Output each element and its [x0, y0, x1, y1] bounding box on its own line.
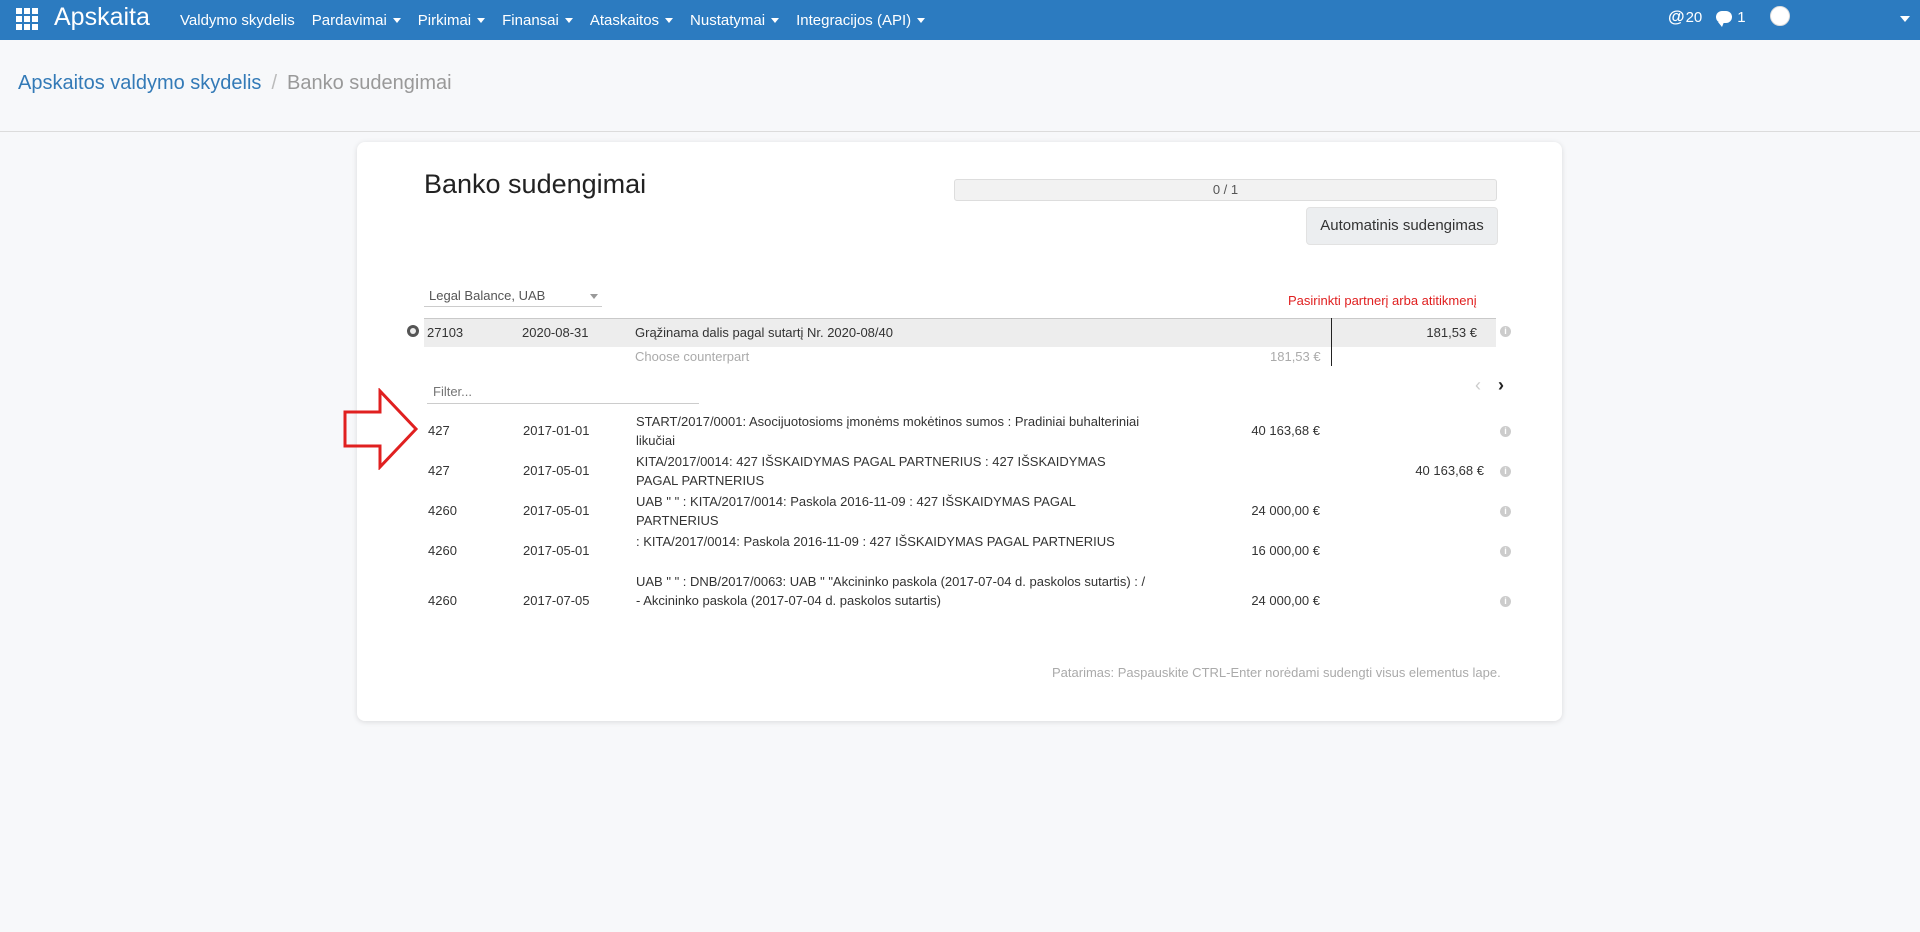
- menu-item-1[interactable]: Pardavimai: [312, 12, 401, 29]
- messages-count: 1: [1737, 8, 1746, 26]
- move-line-account: 427: [428, 463, 450, 478]
- chevron-down-icon: [665, 17, 674, 23]
- menu-item-2[interactable]: Pirkimai: [417, 11, 486, 29]
- counterpart-amount: 181,53 €: [1270, 349, 1321, 364]
- navbar-right: @ 20 1: [1668, 0, 1760, 34]
- company-select-value: Legal Balance, UAB: [429, 288, 546, 303]
- statement-amount: 181,53 €: [1426, 325, 1477, 340]
- move-line-label: KITA/2017/0014: 427 IŠSKAIDYMAS PAGAL PA…: [636, 454, 1106, 488]
- breadcrumb-current: Banko sudengimai: [287, 72, 452, 94]
- red-arrow-right-icon: [343, 388, 419, 470]
- move-line-row[interactable]: 4260 2017-07-05 UAB " " : DNB/2017/0063: U…: [428, 572, 1528, 629]
- move-line-row[interactable]: 4260 2017-05-01 : KITA/2017/0014: Paskola…: [428, 532, 1528, 570]
- move-line-date: 2017-07-05: [523, 593, 590, 608]
- auto-reconcile-button[interactable]: Automatinis sudengimas: [1306, 207, 1498, 245]
- top-navbar: Apskaita Valdymo skydelis Pardavimai Pirki…: [0, 0, 1920, 40]
- gear-icon[interactable]: [407, 325, 419, 337]
- info-icon[interactable]: i: [1500, 466, 1511, 477]
- menu-item-3[interactable]: Finansai: [502, 12, 573, 29]
- move-line-credit: 40 163,68 €: [1415, 463, 1484, 478]
- filter-field: [427, 381, 699, 404]
- pager-next-chevron-right-icon[interactable]: ›: [1498, 376, 1512, 394]
- breadcrumb-separator: /: [271, 72, 277, 94]
- move-line-debit: 16 000,00 €: [1251, 543, 1320, 558]
- chevron-down-icon: [564, 17, 573, 23]
- move-line-debit: 40 163,68 €: [1251, 423, 1320, 438]
- menu-item-5[interactable]: Nustatymai: [690, 11, 780, 29]
- choose-counterpart-link[interactable]: Choose counterpart: [635, 349, 749, 364]
- menu-item-label: Pirkimai: [417, 11, 472, 29]
- statement-divider: [1331, 318, 1332, 366]
- info-icon[interactable]: i: [1500, 426, 1511, 437]
- menu-item-label: Nustatymai: [690, 11, 766, 29]
- user-menu-chevron-down-icon[interactable]: [1900, 16, 1910, 22]
- info-icon[interactable]: i: [1500, 596, 1511, 607]
- control-panel: Apskaitos valdymo skydelis / Banko suden…: [0, 40, 1920, 132]
- pager-prev-chevron-left-icon[interactable]: ‹: [1475, 376, 1489, 394]
- move-line-label: : KITA/2017/0014: Paskola 2016-11-09 : 4…: [636, 534, 1115, 549]
- statement-line[interactable]: 27103 2020-08-31 Grąžinama dalis pagal s…: [424, 318, 1496, 347]
- menu-item-label: Integracijos (API): [796, 11, 912, 29]
- move-line-label: UAB " " : KITA/2017/0014: Paskola 2016-1…: [636, 494, 1076, 528]
- main-menu: Valdymo skydelis Pardavimai Pirkimai Finans…: [180, 0, 942, 40]
- menu-item-label: Valdymo skydelis: [180, 11, 295, 29]
- messages-indicator[interactable]: 1: [1716, 8, 1746, 27]
- statement-label: Grąžinama dalis pagal sutartį Nr. 2020-0…: [635, 325, 893, 340]
- breadcrumb-parent-link[interactable]: Apskaitos valdymo skydelis: [18, 72, 261, 95]
- breadcrumb: Apskaitos valdymo skydelis / Banko suden…: [18, 72, 452, 95]
- page-title: Banko sudengimai: [424, 169, 647, 199]
- move-line-row[interactable]: 427 2017-01-01 START/2017/0001: Asocijuoto…: [428, 412, 1528, 450]
- statement-account: 27103: [427, 325, 464, 340]
- menu-item-0[interactable]: Valdymo skydelis: [180, 12, 295, 29]
- statement-date: 2020-08-31: [522, 325, 589, 340]
- move-line-row[interactable]: 4260 2017-05-01 UAB " " : KITA/2017/0014: …: [428, 492, 1528, 530]
- move-line-date: 2017-01-01: [523, 423, 590, 438]
- chevron-down-icon: [771, 17, 780, 23]
- app-brand[interactable]: Apskaita: [54, 2, 150, 32]
- menu-item-label: Pardavimai: [311, 11, 387, 29]
- move-line-account: 427: [428, 423, 450, 438]
- menu-item-4[interactable]: Ataskaitos: [589, 11, 674, 29]
- ctrl-enter-tip: Patarimas: Paspauskite CTRL-Enter norėda…: [1052, 665, 1501, 680]
- chevron-down-icon: [477, 17, 486, 23]
- info-icon[interactable]: i: [1500, 326, 1511, 337]
- filter-input[interactable]: [427, 381, 693, 401]
- move-line-debit: 24 000,00 €: [1251, 503, 1320, 518]
- menu-item-label: Finansai: [502, 11, 559, 29]
- move-line-date: 2017-05-01: [523, 543, 590, 558]
- move-line-date: 2017-05-01: [523, 463, 590, 478]
- avatar[interactable]: [1770, 6, 1790, 26]
- company-select[interactable]: Legal Balance, UAB: [424, 286, 602, 307]
- chevron-down-icon: [917, 17, 926, 23]
- info-icon[interactable]: i: [1500, 506, 1511, 517]
- select-partner-hint: Pasirinkti partnerį arba atitikmenį: [1288, 293, 1477, 308]
- move-line-account: 4260: [428, 503, 457, 518]
- move-line-label: UAB " " : DNB/2017/0063: UAB " "Akcinink…: [636, 574, 1146, 608]
- reconcile-progress-bar: 0 / 1: [954, 179, 1497, 201]
- mentions-count: 20: [1685, 8, 1703, 26]
- chat-icon: [1716, 11, 1733, 27]
- move-line-account: 4260: [428, 593, 457, 608]
- info-icon[interactable]: i: [1500, 546, 1511, 557]
- mentions-indicator[interactable]: @ 20: [1668, 7, 1702, 27]
- chevron-down-icon: [590, 294, 598, 299]
- move-line-label: START/2017/0001: Asocijuotosioms įmonėms…: [636, 414, 1140, 448]
- move-line-debit: 24 000,00 €: [1251, 593, 1320, 608]
- menu-item-6[interactable]: Integracijos (API): [796, 11, 926, 29]
- chevron-down-icon: [392, 17, 401, 23]
- menu-item-label: Ataskaitos: [589, 11, 660, 29]
- move-line-row[interactable]: 427 2017-05-01 KITA/2017/0014: 427 IŠSKAID…: [428, 452, 1528, 490]
- move-line-account: 4260: [428, 543, 457, 558]
- move-line-date: 2017-05-01: [523, 503, 590, 518]
- apps-grid-icon[interactable]: [16, 8, 38, 30]
- at-icon: @: [1668, 7, 1685, 26]
